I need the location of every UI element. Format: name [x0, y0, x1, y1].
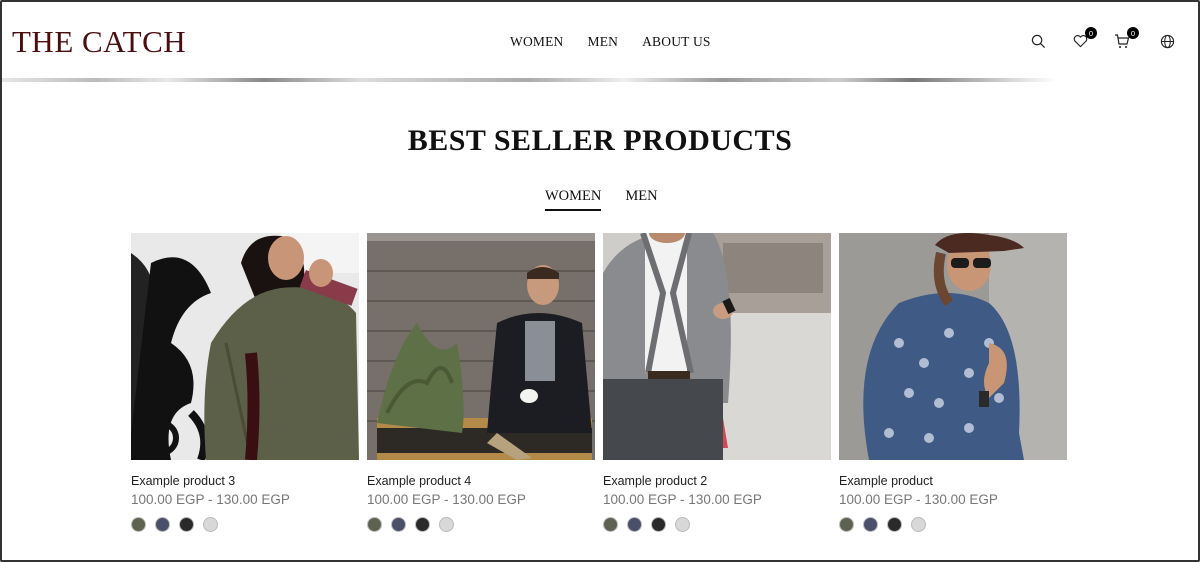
- color-swatch[interactable]: [367, 517, 382, 532]
- product-image[interactable]: [839, 233, 1067, 460]
- product-image[interactable]: [367, 233, 595, 460]
- globe-icon[interactable]: [1156, 30, 1178, 52]
- tab-men[interactable]: MEN: [625, 188, 657, 211]
- color-swatches: [603, 517, 831, 532]
- cart-icon[interactable]: 0: [1111, 27, 1139, 52]
- product-name[interactable]: Example product 4: [367, 474, 595, 488]
- cart-count-badge: 0: [1127, 27, 1139, 39]
- color-swatches: [839, 517, 1067, 532]
- product-card[interactable]: Example product 100.00 EGP - 130.00 EGP: [839, 233, 1067, 532]
- product-name[interactable]: Example product: [839, 474, 1067, 488]
- product-card[interactable]: Example product 4 100.00 EGP - 130.00 EG…: [367, 233, 595, 532]
- product-image[interactable]: [603, 233, 831, 460]
- product-name[interactable]: Example product 3: [131, 474, 359, 488]
- color-swatch[interactable]: [391, 517, 406, 532]
- product-image[interactable]: [131, 233, 359, 460]
- category-tabs: WOMEN MEN: [545, 188, 658, 211]
- color-swatch[interactable]: [911, 517, 926, 532]
- search-icon[interactable]: [1027, 30, 1049, 52]
- product-grid: Example product 3 100.00 EGP - 130.00 EG…: [131, 233, 1067, 532]
- color-swatch[interactable]: [179, 517, 194, 532]
- color-swatch[interactable]: [839, 517, 854, 532]
- wishlist-icon[interactable]: 0: [1069, 27, 1097, 52]
- color-swatch[interactable]: [439, 517, 454, 532]
- color-swatch[interactable]: [675, 517, 690, 532]
- color-swatch[interactable]: [887, 517, 902, 532]
- site-header: THE CATCH WOMEN MEN ABOUT US 0 0: [0, 0, 1200, 82]
- color-swatches: [367, 517, 595, 532]
- product-card[interactable]: Example product 2 100.00 EGP - 130.00 EG…: [603, 233, 831, 532]
- color-swatch[interactable]: [651, 517, 666, 532]
- color-swatch[interactable]: [155, 517, 170, 532]
- product-price: 100.00 EGP - 130.00 EGP: [603, 492, 762, 507]
- color-swatch[interactable]: [203, 517, 218, 532]
- wishlist-count-badge: 0: [1085, 27, 1097, 39]
- header-icons: 0 0: [0, 27, 1200, 54]
- product-price: 100.00 EGP - 130.00 EGP: [839, 492, 998, 507]
- color-swatch[interactable]: [603, 517, 618, 532]
- section-title: BEST SELLER PRODUCTS: [407, 124, 793, 157]
- color-swatches: [131, 517, 359, 532]
- color-swatch[interactable]: [131, 517, 146, 532]
- product-price: 100.00 EGP - 130.00 EGP: [367, 492, 526, 507]
- color-swatch[interactable]: [415, 517, 430, 532]
- hero-banner-edge: [0, 78, 1200, 82]
- color-swatch[interactable]: [863, 517, 878, 532]
- color-swatch[interactable]: [627, 517, 642, 532]
- product-card[interactable]: Example product 3 100.00 EGP - 130.00 EG…: [131, 233, 359, 532]
- product-name[interactable]: Example product 2: [603, 474, 831, 488]
- tab-women[interactable]: WOMEN: [545, 188, 602, 211]
- product-price: 100.00 EGP - 130.00 EGP: [131, 492, 290, 507]
